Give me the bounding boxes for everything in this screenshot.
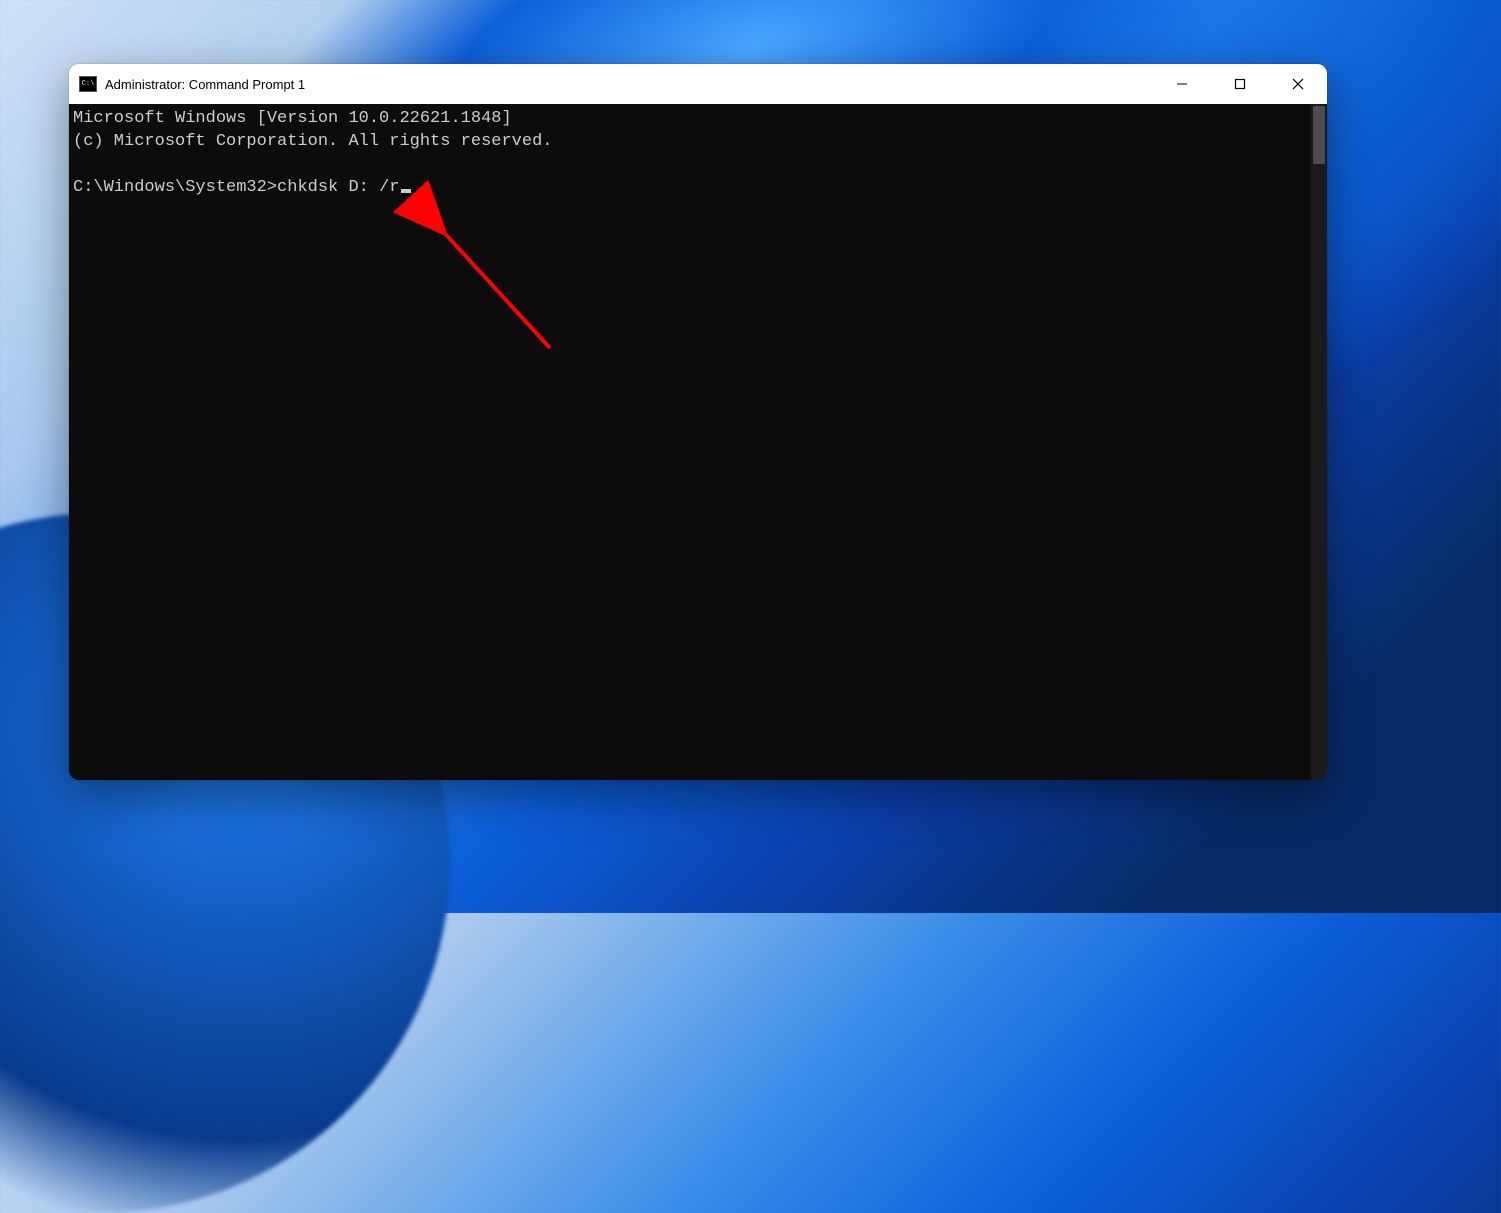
window-title: Administrator: Command Prompt 1 [105,77,305,92]
minimize-icon [1176,78,1188,90]
scrollbar-thumb[interactable] [1313,106,1325,164]
close-icon [1292,78,1304,90]
version-line: Microsoft Windows [Version 10.0.22621.18… [73,109,512,128]
terminal-output[interactable]: Microsoft Windows [Version 10.0.22621.18… [69,104,1311,780]
close-button[interactable] [1269,64,1327,104]
terminal-area: Microsoft Windows [Version 10.0.22621.18… [69,104,1327,780]
scrollbar[interactable] [1311,104,1327,780]
maximize-button[interactable] [1211,64,1269,104]
command-text: chkdsk D: /r [277,178,399,197]
window-controls [1153,64,1327,104]
maximize-icon [1234,78,1246,90]
text-cursor [401,189,411,193]
command-prompt-window: Administrator: Command Prompt 1 Microsof… [69,64,1327,780]
cmd-icon [79,76,97,92]
minimize-button[interactable] [1153,64,1211,104]
prompt-text: C:\Windows\System32> [73,178,277,197]
titlebar[interactable]: Administrator: Command Prompt 1 [69,64,1327,104]
copyright-line: (c) Microsoft Corporation. All rights re… [73,132,552,151]
